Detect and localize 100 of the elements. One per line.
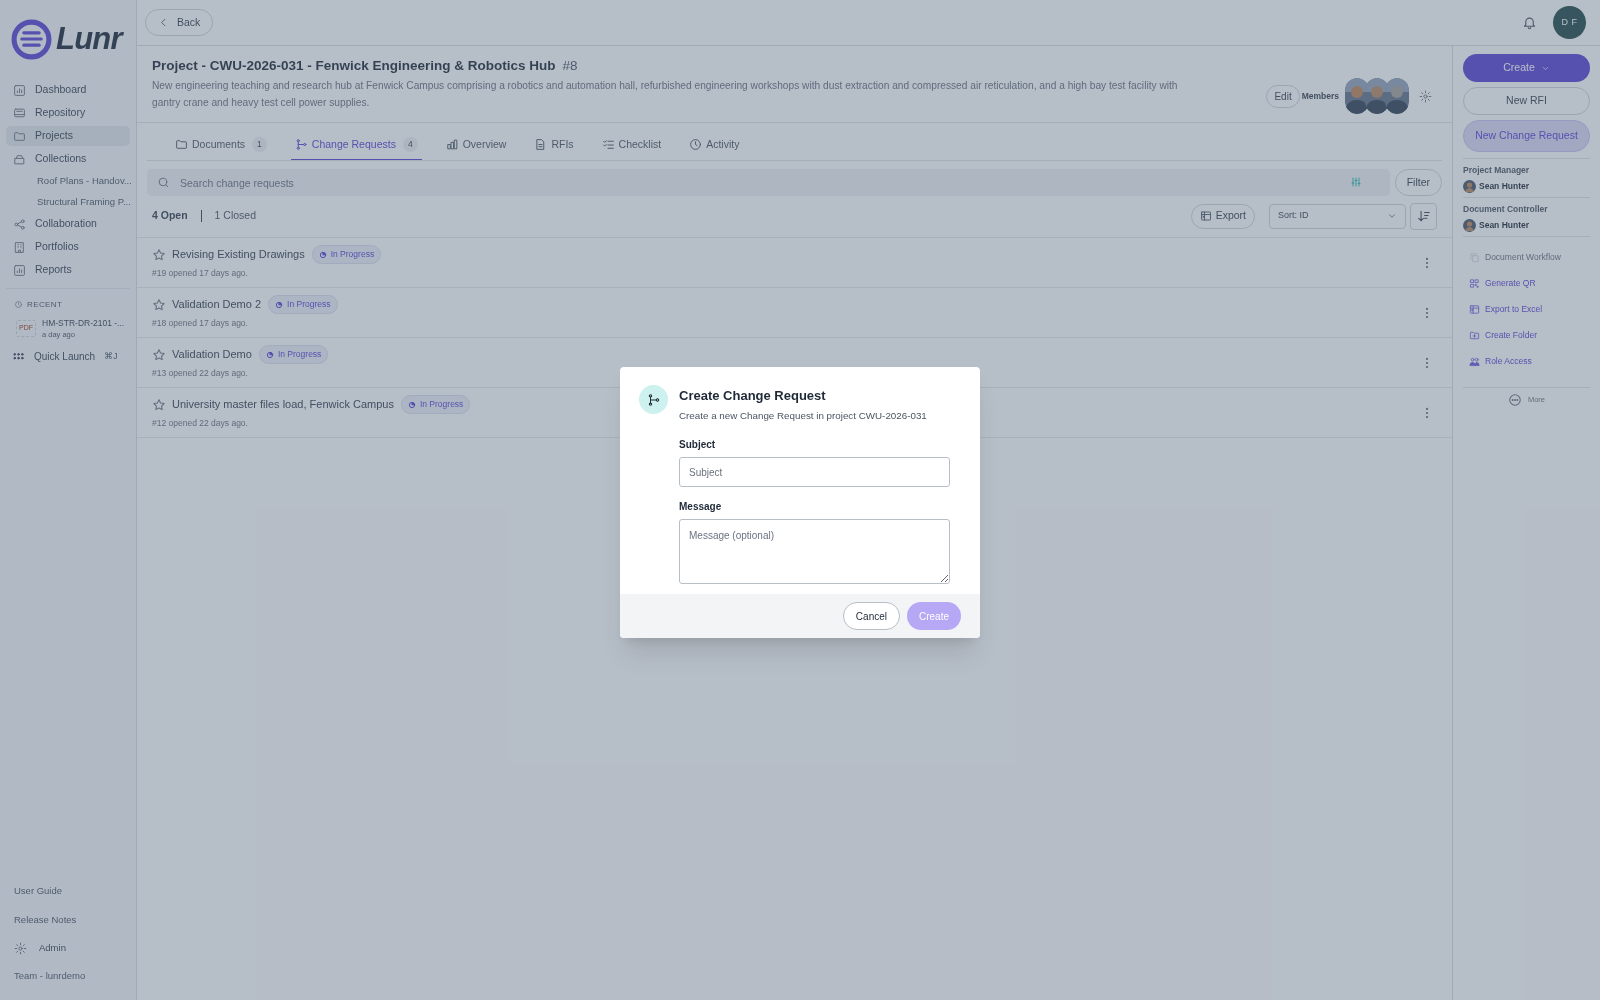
nav-item[interactable]: Repository xyxy=(6,103,130,123)
project-title: Project - CWU-2026-031 - Fenwick Engineering & Robotics Hub xyxy=(152,57,556,75)
logo-text: Lunr xyxy=(56,20,122,58)
nav-item[interactable]: Portfolios xyxy=(6,237,130,257)
action-link[interactable]: Create Folder xyxy=(1463,322,1590,349)
action-link[interactable]: Role Access xyxy=(1463,348,1590,375)
sort-dropdown[interactable]: Sort: ID xyxy=(1269,203,1406,229)
tab[interactable]: Activity xyxy=(685,130,744,160)
section-heading: RECENT xyxy=(27,298,63,311)
star-icon[interactable] xyxy=(152,297,166,312)
chart-icon xyxy=(13,83,26,97)
sliders-icon[interactable] xyxy=(1349,176,1362,188)
star-icon[interactable] xyxy=(152,397,166,412)
count-badge: 1 xyxy=(252,137,267,152)
tab[interactable]: RFIs xyxy=(530,130,578,160)
admin-link[interactable]: Admin xyxy=(6,934,130,962)
recent-title: HM-STR-DR-2101 -... xyxy=(42,316,125,330)
status-badge: In Progress xyxy=(268,295,338,314)
progress-icon xyxy=(275,300,284,309)
tab[interactable]: Change Requests 4 xyxy=(290,130,422,160)
request-meta: #12 opened 22 days ago. xyxy=(152,417,248,430)
star-icon[interactable] xyxy=(152,347,166,362)
logo-icon xyxy=(11,18,52,60)
footer-link[interactable]: Release Notes xyxy=(6,905,130,934)
quick-launch-label: Quick Launch xyxy=(34,350,96,364)
open-filter-link[interactable]: 4 Open xyxy=(152,208,188,224)
progress-icon xyxy=(318,250,327,259)
closed-filter-link[interactable]: 1 Closed xyxy=(214,208,257,224)
nav-item[interactable]: Reports xyxy=(6,260,130,280)
action-link[interactable]: Generate QR xyxy=(1463,270,1590,297)
nav-item[interactable]: Collaboration xyxy=(6,214,130,234)
recent-icon xyxy=(14,300,23,309)
nav-subitem[interactable]: Roof Plans - Handov... xyxy=(6,171,130,191)
documents-icon xyxy=(1469,252,1480,263)
progress-icon xyxy=(265,350,274,359)
footer-link[interactable]: User Guide xyxy=(6,876,130,905)
request-meta: #19 opened 17 days ago. xyxy=(152,267,248,280)
request-meta: #18 opened 17 days ago. xyxy=(152,317,248,330)
star-icon[interactable] xyxy=(152,247,166,262)
checklist-icon xyxy=(601,138,615,151)
role-label: Document Controller xyxy=(1463,202,1549,216)
request-title[interactable]: Validation Demo xyxy=(172,346,252,363)
dialog-subtitle: Create a new Change Request in project CWU-2026-031 xyxy=(679,408,928,423)
branch-icon xyxy=(294,138,308,151)
tab[interactable]: Overview xyxy=(441,130,511,160)
clock-icon xyxy=(689,138,703,151)
shortcut-hint: ⌘J xyxy=(104,350,118,363)
user-avatar[interactable]: D F xyxy=(1553,6,1586,39)
sort-icon xyxy=(1416,209,1431,223)
quick-launch[interactable]: Quick Launch ⌘J xyxy=(6,347,130,366)
new-change-request-button[interactable]: New Change Request xyxy=(1463,120,1590,152)
field-label: Subject xyxy=(679,438,717,453)
spreadsheet-icon xyxy=(1469,304,1480,315)
nav-item[interactable]: Projects xyxy=(6,126,130,146)
search-field[interactable]: Search change requests xyxy=(147,169,1390,196)
sort-order-button[interactable] xyxy=(1410,202,1437,230)
spreadsheet-icon xyxy=(1199,210,1212,222)
field-label: Message xyxy=(679,500,723,515)
role-label: Project Manager xyxy=(1463,164,1531,177)
folder-plus-icon xyxy=(1469,330,1480,341)
basket-icon xyxy=(13,152,26,166)
request-title[interactable]: Validation Demo 2 xyxy=(172,296,262,313)
count-badge: 4 xyxy=(402,137,418,152)
tab[interactable]: Documents 1 xyxy=(171,130,271,160)
search-icon xyxy=(157,176,170,189)
message-field[interactable]: Message (optional) xyxy=(679,519,950,585)
status-badge: In Progress xyxy=(311,245,382,264)
users-icon xyxy=(1469,356,1480,367)
request-title[interactable]: University master files load, Fenwick Campus xyxy=(172,396,394,413)
down-icon xyxy=(1387,211,1397,221)
folder-icon xyxy=(175,138,188,151)
chart-icon xyxy=(13,263,26,277)
project-description: New engineering teaching and research hub at Fenwick Campus comprising a robotics and automation hall, refurbished engineering workshops with dust extraction and compressed air reticulation, and a high bay test facility with gantry crane and heavy test cell power supplies. xyxy=(152,79,1179,111)
nav-item[interactable]: Collections xyxy=(6,149,130,169)
qr-code-icon xyxy=(1469,278,1480,289)
nav-subitem[interactable]: Structural Framing P... xyxy=(6,192,130,212)
members-label: Members xyxy=(1301,89,1339,103)
action-link[interactable]: Export to Excel xyxy=(1463,296,1590,323)
share-icon xyxy=(13,217,26,231)
progress-icon xyxy=(407,400,416,409)
folder-icon xyxy=(13,129,26,143)
bell-icon[interactable] xyxy=(1522,15,1537,30)
tray-icon xyxy=(13,106,26,120)
dialog-title: Create Change Request xyxy=(679,387,827,405)
status-badge: In Progress xyxy=(258,345,329,364)
request-title[interactable]: Revising Existing Drawings xyxy=(172,246,305,263)
create-button[interactable]: Create xyxy=(1463,54,1590,82)
more-icon xyxy=(1507,392,1522,407)
team-link[interactable]: Team - lunrdemo xyxy=(6,962,130,990)
tab[interactable]: Checklist xyxy=(597,130,666,160)
grid-icon xyxy=(12,350,25,363)
bar-chart-icon xyxy=(445,138,459,151)
request-meta: #13 opened 22 days ago. xyxy=(152,367,248,380)
cancel-button[interactable]: Cancel xyxy=(842,602,900,631)
subject-field[interactable]: Subject xyxy=(679,457,950,488)
nav-item[interactable]: Dashboard xyxy=(6,80,130,100)
project-number: #8 xyxy=(562,57,578,75)
building-icon xyxy=(13,240,26,254)
person-name: Sean Hunter xyxy=(1479,179,1530,193)
person-name: Sean Hunter xyxy=(1479,218,1530,232)
